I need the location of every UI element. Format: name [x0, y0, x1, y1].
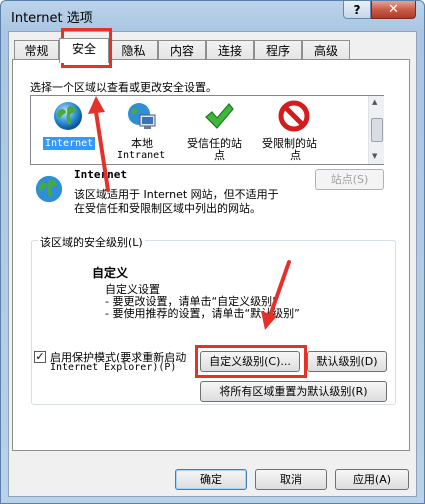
tab-security[interactable]: 安全: [59, 38, 109, 63]
arrow-down-icon: [261, 260, 291, 330]
annotation-arrows: [88, 96, 291, 330]
arrow-up-icon: [88, 96, 110, 192]
